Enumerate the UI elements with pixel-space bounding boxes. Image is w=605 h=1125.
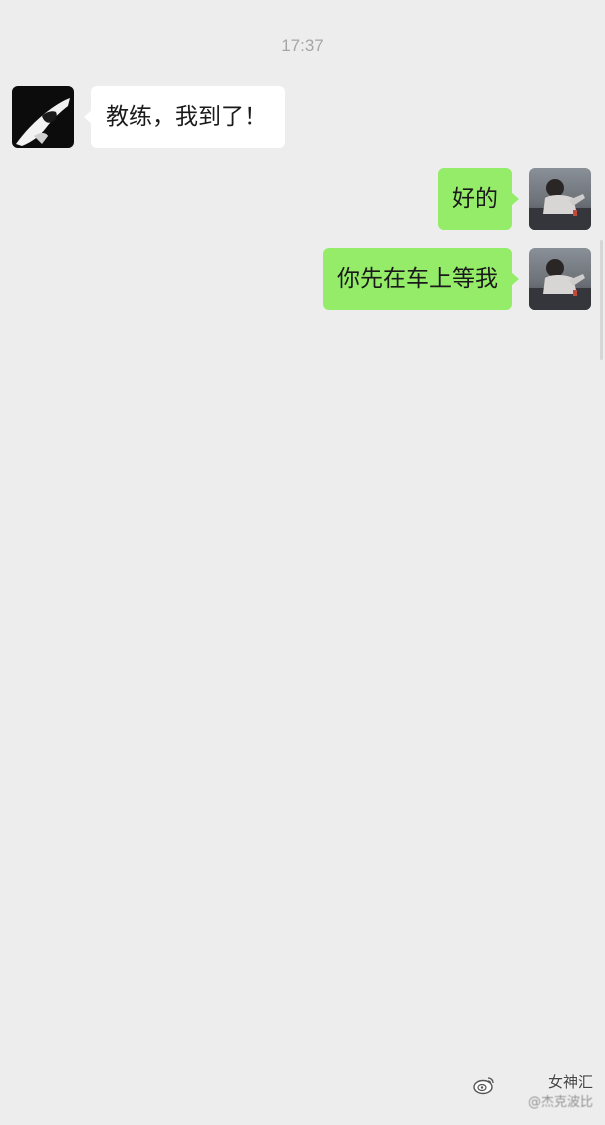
watermark: 女神汇 @杰克波比 (473, 1071, 593, 1111)
message-bubble-incoming[interactable]: 教练，我到了！ (84, 86, 285, 148)
self-avatar-image (529, 248, 591, 310)
watermark-account-name: 女神汇 (547, 1073, 593, 1091)
message-text: 教练，我到了！ (106, 104, 267, 130)
contact-avatar[interactable] (12, 86, 74, 148)
message-text: 你先在车上等我 (337, 266, 498, 292)
message-bubble-outgoing[interactable]: 你先在车上等我 (323, 248, 519, 310)
contact-avatar-image (12, 86, 74, 148)
chat-timestamp: 17:37 (281, 36, 324, 55)
self-avatar[interactable] (529, 168, 591, 230)
message-text: 好的 (452, 186, 498, 212)
watermark-handle: @杰克波比 (527, 1095, 593, 1110)
weibo-icon (473, 1077, 494, 1095)
self-avatar-image (529, 168, 591, 230)
scrollbar[interactable] (600, 240, 603, 360)
message-bubble-outgoing[interactable]: 好的 (438, 168, 519, 230)
self-avatar[interactable] (529, 248, 591, 310)
